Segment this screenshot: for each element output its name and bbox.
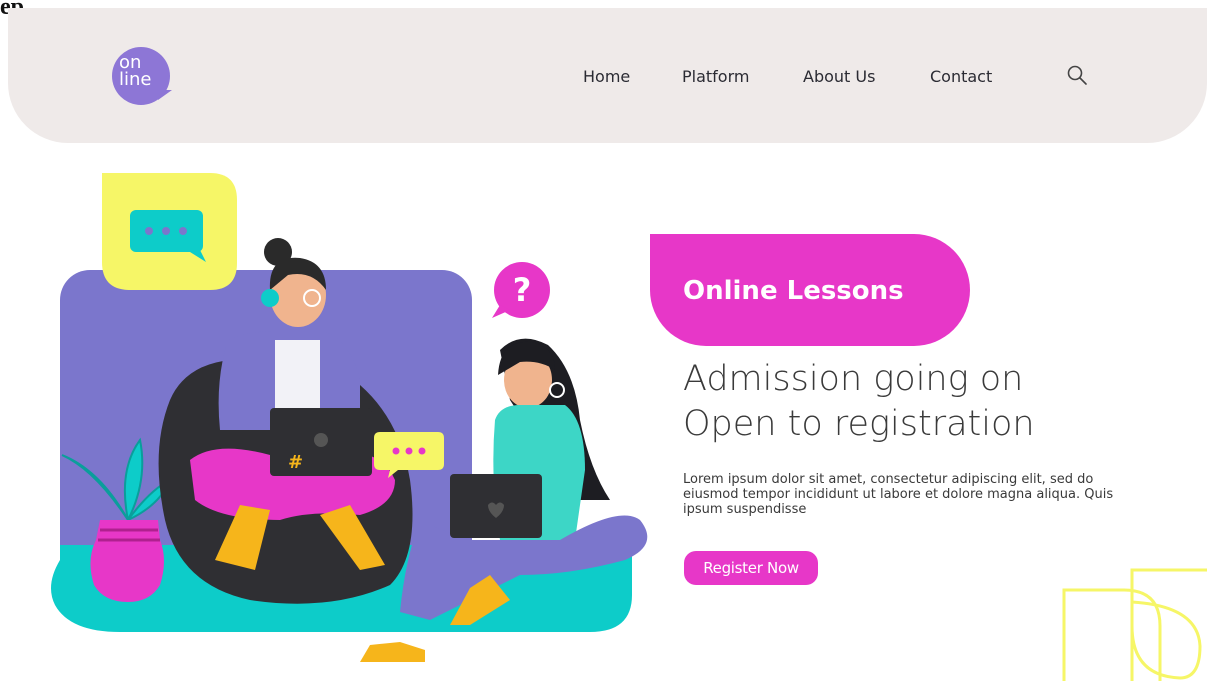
- question-mark: ?: [513, 271, 532, 309]
- decorative-shapes: [1062, 568, 1207, 681]
- nav-contact[interactable]: Contact: [930, 67, 992, 86]
- nav-about-us[interactable]: About Us: [803, 67, 875, 86]
- hashtag-sticker: #: [288, 452, 303, 473]
- hero-description: Lorem ipsum dolor sit amet, consectetur …: [683, 472, 1114, 517]
- search-icon[interactable]: [1066, 64, 1088, 86]
- register-now-button[interactable]: Register Now: [684, 551, 818, 585]
- hero-headline: Admission going on Open to registration: [683, 357, 1035, 447]
- headline-line-2: Open to registration: [683, 404, 1035, 444]
- headline-line-1: Admission going on: [683, 359, 1024, 399]
- badge-label: Online Lessons: [683, 276, 904, 306]
- hero-illustration: ? #: [51, 173, 648, 662]
- nav-platform[interactable]: Platform: [682, 67, 749, 86]
